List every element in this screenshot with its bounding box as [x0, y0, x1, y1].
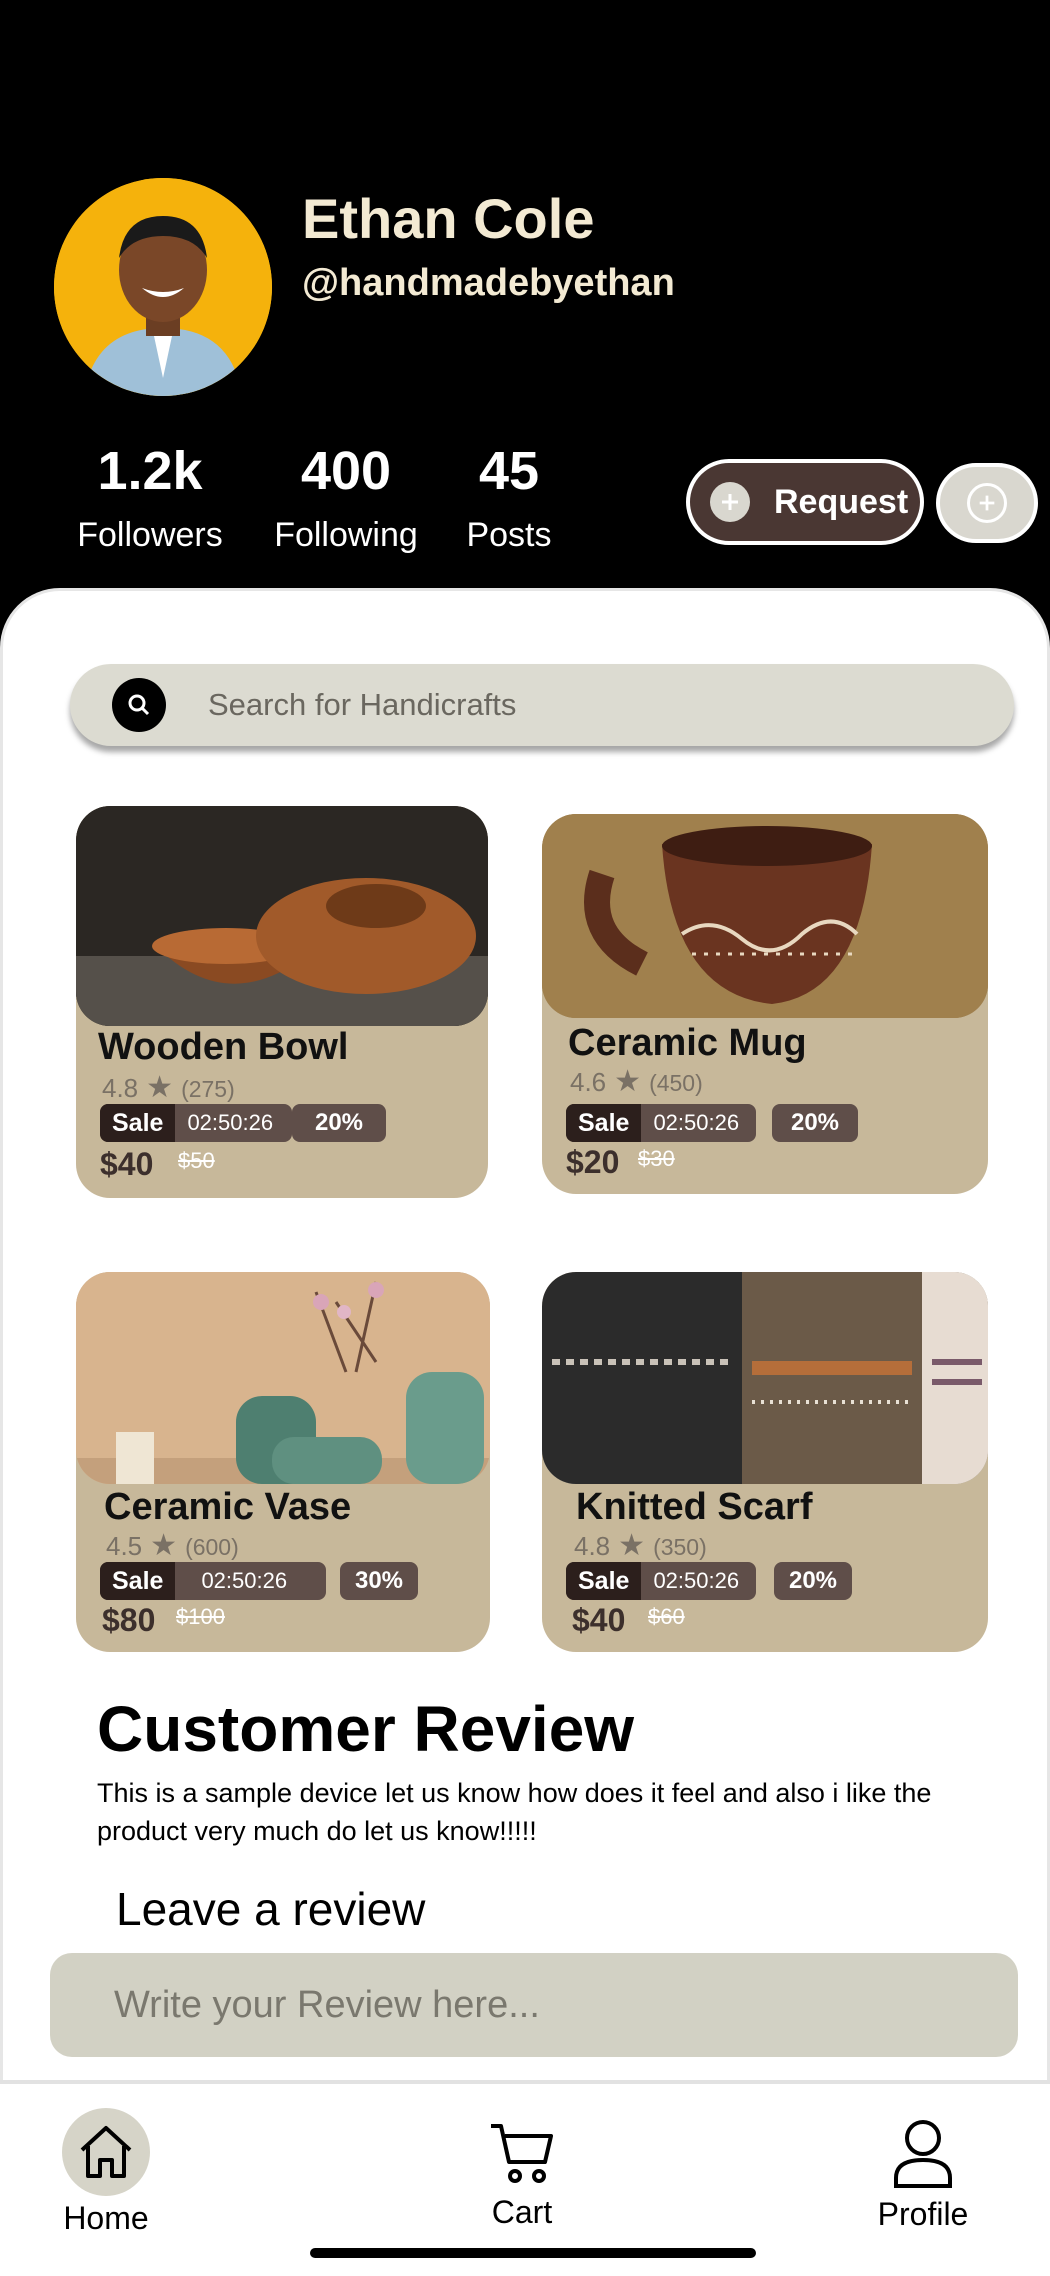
search-icon[interactable] [112, 678, 166, 732]
cart-icon [472, 2120, 572, 2194]
sale-label: Sale [100, 1562, 176, 1600]
sale-tag: Sale 02:50:26 [566, 1562, 756, 1600]
rating-value: 4.6 [570, 1067, 607, 1097]
product-price: $80 [102, 1602, 156, 1638]
product-title: Ceramic Vase [104, 1486, 352, 1528]
star-icon: ★ [618, 1529, 646, 1562]
nav-home-label: Home [63, 2200, 149, 2236]
home-indicator [310, 2248, 756, 2258]
product-image [542, 1272, 988, 1484]
product-card[interactable]: Knitted Scarf 4.8 ★ (350) Sale 02:50:26 20… [542, 1272, 988, 1652]
discount-badge: 20% [774, 1562, 852, 1600]
product-old-price: $30 [638, 1146, 675, 1171]
sale-timer: 02:50:26 [187, 1110, 274, 1135]
stat-value: 400 [300, 441, 392, 501]
product-card[interactable]: Wooden Bowl 4.8 ★ (275) Sale 02:50:26 20% … [76, 806, 488, 1198]
product-title: Ceramic Mug [568, 1022, 807, 1064]
plus-icon [710, 482, 750, 522]
search-input[interactable]: Search for Handicrafts [208, 687, 516, 723]
product-rating: 4.8 ★ (275) [102, 1070, 235, 1105]
product-price: $20 [566, 1144, 620, 1180]
review-input[interactable]: Write your Review here... [50, 1953, 1018, 2057]
review-count: (450) [649, 1070, 703, 1096]
avatar[interactable] [54, 178, 272, 396]
request-button-label: Request [774, 482, 909, 521]
product-old-price: $60 [648, 1604, 685, 1629]
product-old-price: $50 [178, 1148, 215, 1173]
sale-label: Sale [566, 1104, 642, 1142]
product-image [76, 1272, 490, 1484]
star-icon: ★ [146, 1071, 174, 1104]
review-count: (600) [185, 1534, 239, 1560]
product-price: $40 [572, 1602, 626, 1638]
profile-handle: @handmadebyethan [302, 262, 675, 304]
nav-cart[interactable]: Cart [472, 2120, 572, 2231]
customer-review-text: This is a sample device let us know how … [97, 1778, 932, 1846]
star-icon: ★ [614, 1065, 642, 1098]
product-rating: 4.8 ★ (350) [574, 1528, 707, 1563]
discount-badge: 30% [340, 1562, 418, 1600]
star-icon: ★ [150, 1529, 178, 1562]
product-title: Knitted Scarf [576, 1486, 813, 1528]
leave-review-title: Leave a review [116, 1883, 426, 1935]
plus-icon [967, 483, 1007, 523]
stat-value: 45 [478, 441, 540, 501]
search-bar[interactable]: Search for Handicrafts [70, 664, 1014, 746]
profile-name: Ethan Cole [302, 187, 595, 250]
sale-timer: 02:50:26 [201, 1568, 288, 1593]
sale-timer: 02:50:26 [653, 1568, 740, 1593]
sale-timer: 02:50:26 [653, 1110, 740, 1135]
stat-followers[interactable]: 1.2k Followers [72, 440, 228, 555]
stat-posts[interactable]: 45 Posts [458, 440, 560, 555]
home-icon [62, 2108, 150, 2196]
sale-tag: Sale 02:50:26 [566, 1104, 756, 1142]
product-card[interactable]: Ceramic Vase 4.5 ★ (600) Sale 02:50:26 30%… [76, 1272, 490, 1652]
rating-value: 4.5 [106, 1531, 143, 1561]
request-button[interactable]: Request [686, 459, 924, 545]
product-rating: 4.5 ★ (600) [106, 1528, 239, 1563]
sale-label: Sale [566, 1562, 642, 1600]
stat-label: Followers [77, 516, 223, 554]
stat-value: 1.2k [97, 441, 203, 501]
product-image [76, 806, 488, 1026]
rating-value: 4.8 [574, 1531, 611, 1561]
discount-badge: 20% [292, 1104, 386, 1142]
product-old-price: $100 [176, 1604, 225, 1629]
product-image [542, 814, 988, 1018]
sale-tag: Sale 02:50:26 [100, 1104, 292, 1142]
product-card[interactable]: Ceramic Mug 4.6 ★ (450) Sale 02:50:26 20% … [542, 814, 988, 1194]
user-icon [868, 2118, 978, 2196]
rating-value: 4.8 [102, 1073, 139, 1103]
discount-badge: 20% [772, 1104, 858, 1142]
sale-label: Sale [100, 1104, 176, 1142]
sale-tag: Sale 02:50:26 [100, 1562, 326, 1600]
nav-home[interactable]: Home [56, 2108, 156, 2237]
nav-cart-label: Cart [491, 2194, 553, 2230]
product-title: Wooden Bowl [98, 1026, 349, 1068]
nav-profile[interactable]: Profile [868, 2118, 978, 2233]
add-button[interactable] [936, 463, 1038, 543]
nav-profile-label: Profile [877, 2196, 969, 2232]
bottom-nav: Home Cart Profile [0, 2080, 1050, 2276]
product-price: $40 [100, 1146, 154, 1182]
customer-review-title: Customer Review [97, 1693, 635, 1765]
review-count: (350) [653, 1534, 707, 1560]
stat-label: Following [274, 516, 418, 554]
product-rating: 4.6 ★ (450) [570, 1064, 703, 1099]
stat-following[interactable]: 400 Following [266, 440, 426, 555]
review-count: (275) [181, 1076, 235, 1102]
stat-label: Posts [466, 516, 552, 554]
